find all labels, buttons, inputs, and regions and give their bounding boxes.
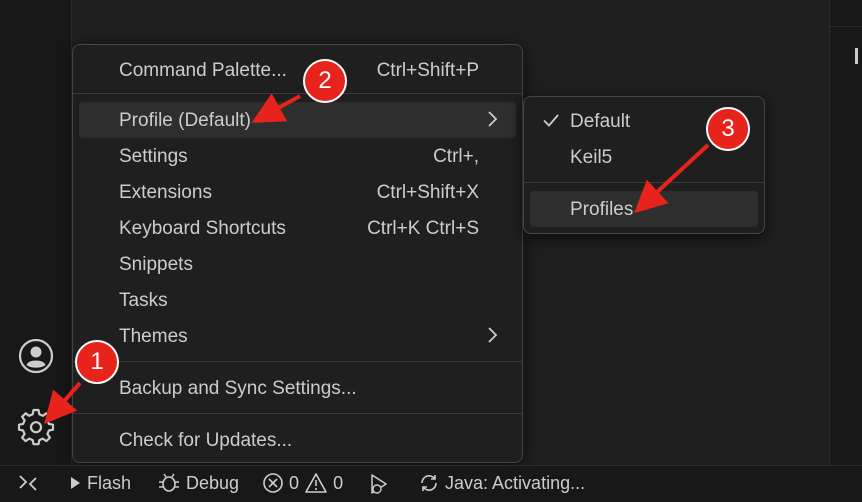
remote-icon[interactable] xyxy=(17,472,39,496)
menu-item-label: Tasks xyxy=(119,290,168,311)
secondary-panel-header xyxy=(830,0,862,27)
menu-separator xyxy=(73,361,522,362)
menu-item-label: Profile (Default) xyxy=(119,110,251,131)
annotation-badge-2: 2 xyxy=(303,59,347,103)
menu-item-tasks[interactable]: Tasks xyxy=(79,282,516,318)
problems-button[interactable]: 0 0 xyxy=(262,472,343,496)
annotation-badge-3: 3 xyxy=(706,107,750,151)
cursor-mark xyxy=(855,48,858,64)
warning-count: 0 xyxy=(333,472,344,493)
manage-menu: Command Palette... Ctrl+Shift+P Profile … xyxy=(72,44,523,463)
menu-item-check-updates[interactable]: Check for Updates... xyxy=(79,422,516,458)
menu-item-label: Settings xyxy=(119,146,188,167)
menu-item-shortcut: Ctrl+, xyxy=(433,146,479,167)
menu-item-snippets[interactable]: Snippets xyxy=(79,246,516,282)
error-icon xyxy=(263,473,283,494)
chevron-right-icon xyxy=(488,111,498,127)
debug-button[interactable]: Debug xyxy=(157,472,239,496)
account-icon[interactable] xyxy=(17,337,55,375)
secondary-panel xyxy=(829,0,862,465)
bug-icon xyxy=(159,473,179,493)
menu-item-extensions[interactable]: Extensions Ctrl+Shift+X xyxy=(79,174,516,210)
check-icon xyxy=(543,114,559,127)
menu-item-shortcut: Ctrl+Shift+P xyxy=(376,60,479,81)
menu-item-label: Backup and Sync Settings... xyxy=(119,378,357,399)
menu-item-shortcut: Ctrl+K Ctrl+S xyxy=(367,218,479,239)
menu-item-themes[interactable]: Themes xyxy=(79,318,516,354)
annotation-badge-1: 1 xyxy=(75,340,119,384)
submenu-separator xyxy=(524,182,764,183)
java-status[interactable]: Java: Activating... xyxy=(418,472,585,496)
status-bar: Flash Debug 0 0 Java: Activating... xyxy=(0,465,862,502)
menu-item-backup-sync[interactable]: Backup and Sync Settings... xyxy=(79,370,516,406)
submenu-item-profiles[interactable]: Profiles xyxy=(530,191,758,227)
submenu-item-label: Keil5 xyxy=(570,147,613,168)
menu-item-label: Themes xyxy=(119,326,188,347)
flash-button[interactable]: Flash xyxy=(68,472,131,496)
chevron-right-icon xyxy=(488,327,498,343)
menu-item-shortcut: Ctrl+Shift+X xyxy=(376,182,479,203)
menu-item-label: Keyboard Shortcuts xyxy=(119,218,286,239)
flash-label: Flash xyxy=(87,472,132,493)
submenu-item-label: Profiles xyxy=(570,199,634,220)
gear-icon[interactable] xyxy=(17,408,55,446)
menu-item-settings[interactable]: Settings Ctrl+, xyxy=(79,138,516,174)
submenu-item-label: Default xyxy=(570,111,631,132)
menu-item-label: Snippets xyxy=(119,254,193,275)
play-icon xyxy=(71,477,80,490)
menu-item-label: Check for Updates... xyxy=(119,430,293,451)
activity-bar xyxy=(0,0,72,465)
menu-separator xyxy=(73,413,522,414)
menu-item-command-palette[interactable]: Command Palette... Ctrl+Shift+P xyxy=(79,52,516,88)
menu-item-label: Extensions xyxy=(119,182,212,203)
menu-item-profile[interactable]: Profile (Default) xyxy=(79,102,516,138)
java-status-label: Java: Activating... xyxy=(445,472,586,493)
run-debug-icon[interactable] xyxy=(367,472,391,496)
error-count: 0 xyxy=(289,472,300,493)
debug-label: Debug xyxy=(186,472,240,493)
menu-item-label: Command Palette... xyxy=(119,60,287,81)
warning-icon xyxy=(305,473,327,494)
menu-item-keyboard-shortcuts[interactable]: Keyboard Shortcuts Ctrl+K Ctrl+S xyxy=(79,210,516,246)
sync-icon xyxy=(421,475,437,492)
menu-separator xyxy=(73,93,522,94)
